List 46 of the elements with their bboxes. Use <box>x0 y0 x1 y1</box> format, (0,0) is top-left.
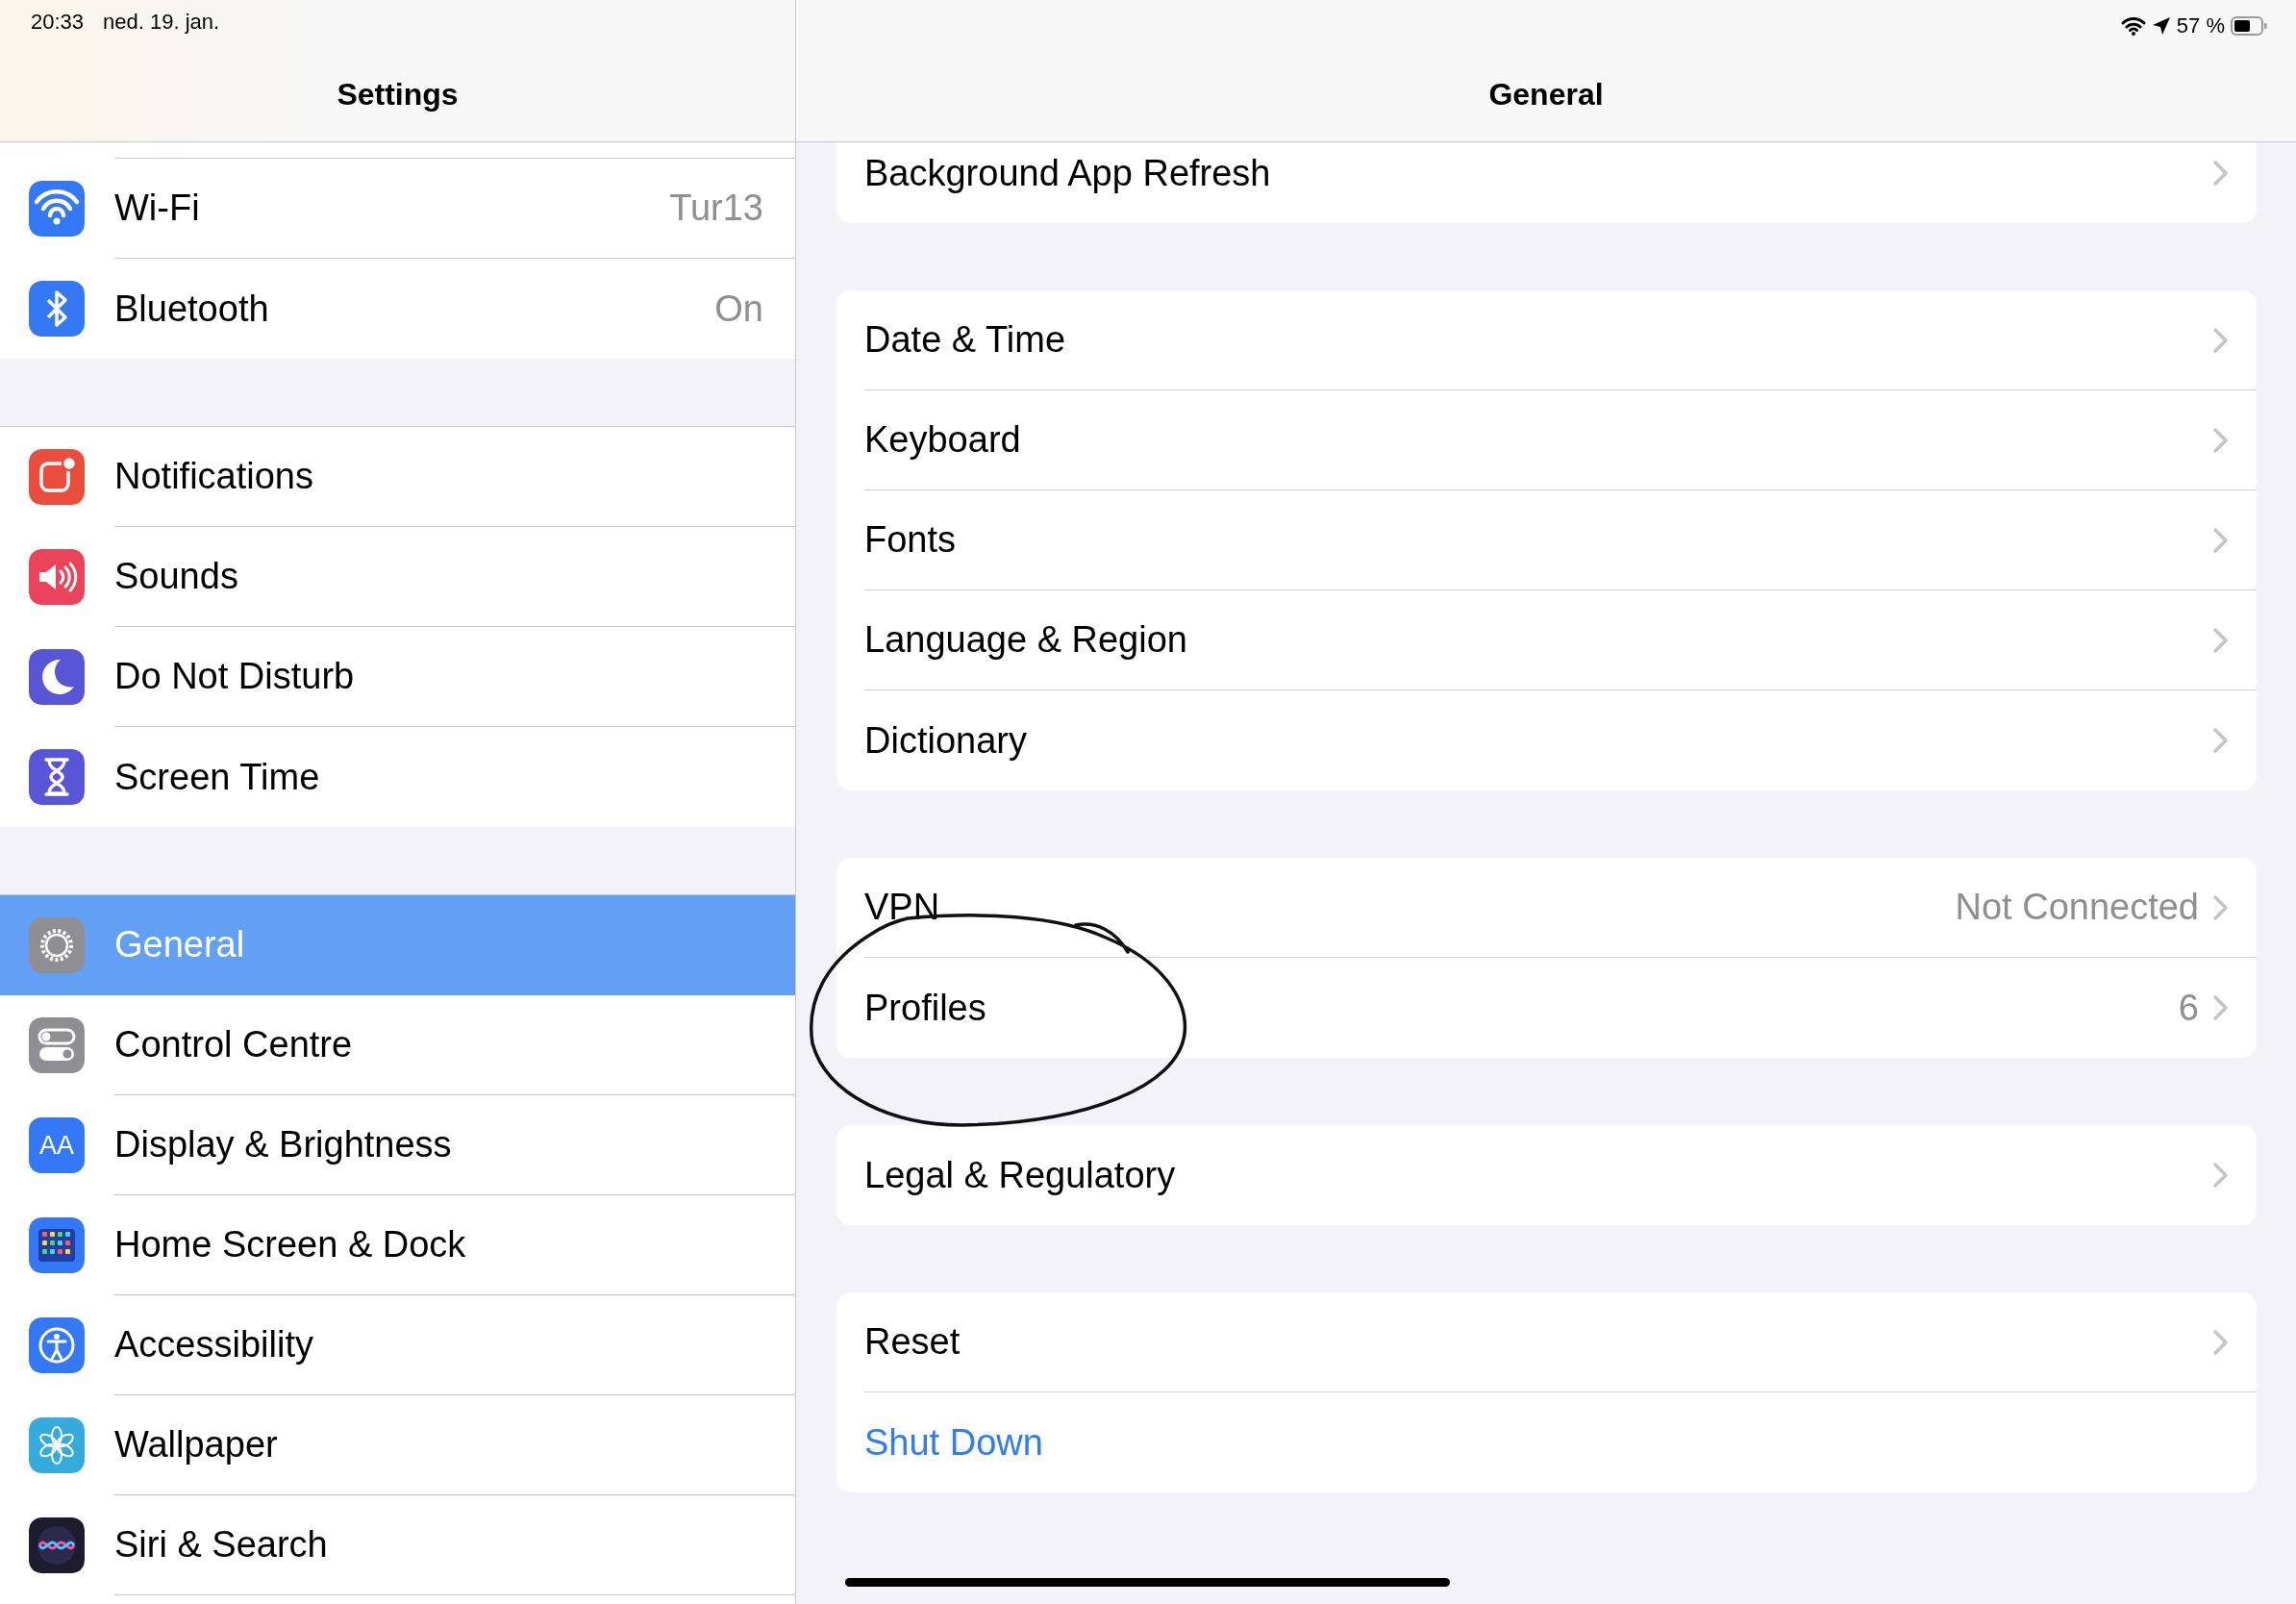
status-date: ned. 19. jan. <box>103 10 220 36</box>
settings-row[interactable]: Language & Region <box>836 590 2257 690</box>
settings-row[interactable]: Profiles 6 <box>836 958 2257 1058</box>
gear-icon <box>29 917 85 973</box>
value-text: Not Connected <box>1955 887 2199 928</box>
text-size-icon: AA <box>29 1117 85 1173</box>
battery-icon <box>2231 16 2267 36</box>
chevron-icon <box>2212 326 2229 354</box>
chevron-icon <box>2212 1328 2229 1356</box>
hourglass-icon <box>29 749 85 805</box>
location-arrow-icon <box>2151 16 2171 36</box>
settings-row[interactable]: VPN Not Connected <box>836 858 2257 958</box>
value-text: On <box>714 288 763 330</box>
value-text: 6 <box>2178 987 2199 1029</box>
flower-icon <box>29 1417 85 1473</box>
settings-row[interactable]: Legal & Regulatory <box>836 1125 2257 1225</box>
siri-icon <box>29 1517 85 1573</box>
wifi-icon <box>2120 16 2146 36</box>
sidebar-title: Settings <box>336 77 460 113</box>
chevron-icon <box>2212 727 2229 754</box>
accessibility-icon <box>29 1317 85 1373</box>
speaker-icon <box>29 549 85 605</box>
chevron-icon <box>2212 526 2229 554</box>
settings-row[interactable]: Reset <box>836 1292 2257 1392</box>
settings-row[interactable]: Fonts <box>836 490 2257 590</box>
status-time: 20:33 <box>31 10 85 36</box>
chevron-icon <box>2212 893 2229 921</box>
chevron-icon <box>2212 426 2229 454</box>
toggles-icon <box>29 1017 85 1073</box>
settings-row[interactable]: Dictionary <box>836 690 2257 790</box>
wifi-icon <box>29 181 85 237</box>
chevron-icon <box>2212 160 2229 187</box>
bluetooth-icon <box>29 281 85 337</box>
battery-percentage: 57 % <box>2176 13 2225 38</box>
settings-row[interactable]: Background App Refresh <box>836 142 2257 223</box>
value-text: Tur13 <box>669 188 763 229</box>
chevron-icon <box>2212 994 2229 1021</box>
notification-icon <box>29 449 85 505</box>
settings-row[interactable]: Keyboard <box>836 390 2257 490</box>
action-button[interactable]: Shut Down <box>836 1392 2257 1492</box>
pane-title: General <box>1487 77 1605 113</box>
app-grid-icon <box>29 1217 85 1273</box>
chevron-icon <box>2212 1162 2229 1189</box>
chevron-icon <box>2212 626 2229 654</box>
settings-row[interactable]: Date & Time <box>836 290 2257 390</box>
moon-icon <box>29 649 85 705</box>
